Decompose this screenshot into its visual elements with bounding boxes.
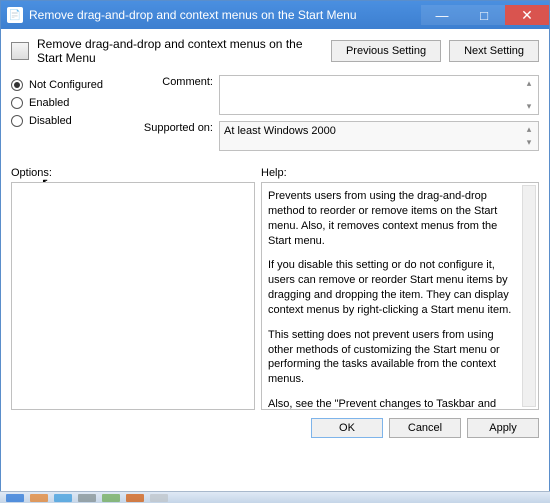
minimize-button[interactable]: — [421, 5, 463, 25]
taskbar-item[interactable] [30, 494, 48, 502]
dialog-footer: OK Cancel Apply [1, 410, 549, 446]
help-text: This setting does not prevent users from… [268, 328, 520, 387]
radio-circle-icon [11, 79, 23, 91]
policy-icon [11, 42, 29, 60]
taskbar-item[interactable] [78, 494, 96, 502]
supported-value: At least Windows 2000 [224, 125, 336, 137]
taskbar-item[interactable] [54, 494, 72, 502]
options-label: Options: [11, 167, 261, 179]
maximize-button[interactable]: □ [463, 5, 505, 25]
taskbar[interactable] [0, 491, 550, 503]
supported-on-box: At least Windows 2000 ▴▾ [219, 121, 539, 151]
help-label: Help: [261, 167, 287, 179]
close-button[interactable]: ✕ [505, 5, 549, 25]
next-setting-button[interactable]: Next Setting [449, 40, 539, 62]
scroll-arrows-icon[interactable]: ▴▾ [522, 78, 536, 112]
radio-not-configured[interactable]: Not Configured [11, 79, 131, 91]
window-title: Remove drag-and-drop and context menus o… [29, 8, 421, 22]
taskbar-item[interactable] [6, 494, 24, 502]
scrollbar[interactable] [522, 185, 536, 407]
help-pane: Prevents users from using the drag-and-d… [261, 182, 539, 410]
taskbar-item[interactable] [150, 494, 168, 502]
radio-circle-icon [11, 97, 23, 109]
options-pane [11, 182, 255, 410]
radio-label: Disabled [29, 115, 72, 127]
policy-label: Remove drag-and-drop and context menus o… [37, 37, 323, 65]
app-icon: 📄 [7, 7, 23, 23]
state-radios: Not Configured ↖ Enabled Disabled [11, 75, 131, 157]
supported-label: Supported on: [141, 121, 213, 151]
help-text: Also, see the "Prevent changes to Taskba… [268, 397, 520, 410]
comment-label: Comment: [141, 75, 213, 115]
apply-button[interactable]: Apply [467, 418, 539, 438]
scroll-arrows-icon[interactable]: ▴▾ [522, 124, 536, 148]
previous-setting-button[interactable]: Previous Setting [331, 40, 441, 62]
radio-disabled[interactable]: Disabled [11, 115, 131, 127]
help-text: If you disable this setting or do not co… [268, 258, 520, 317]
radio-label: Enabled [29, 97, 69, 109]
radio-circle-icon [11, 115, 23, 127]
taskbar-item[interactable] [102, 494, 120, 502]
titlebar: 📄 Remove drag-and-drop and context menus… [1, 1, 549, 29]
taskbar-item[interactable] [126, 494, 144, 502]
comment-input[interactable]: ▴▾ [219, 75, 539, 115]
cancel-button[interactable]: Cancel [389, 418, 461, 438]
help-text: Prevents users from using the drag-and-d… [268, 189, 520, 248]
radio-enabled[interactable]: Enabled [11, 97, 131, 109]
radio-label: Not Configured [29, 79, 103, 91]
ok-button[interactable]: OK [311, 418, 383, 438]
policy-header: Remove drag-and-drop and context menus o… [11, 37, 539, 65]
